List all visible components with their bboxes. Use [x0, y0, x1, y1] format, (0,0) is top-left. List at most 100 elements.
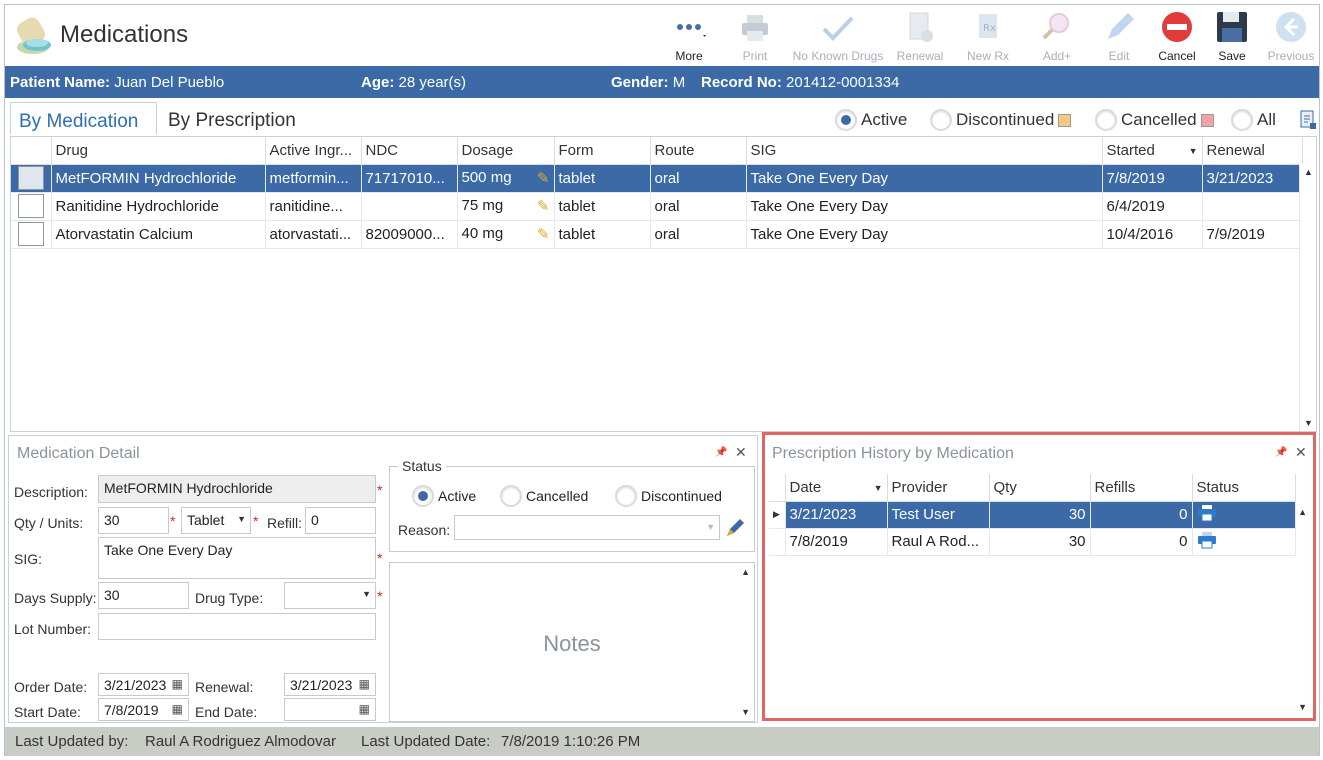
- status-discontinued-radio[interactable]: Discontinued: [615, 485, 722, 509]
- column-header-date[interactable]: Date ▼: [785, 474, 888, 502]
- calendar-icon[interactable]: ▦: [359, 702, 370, 716]
- column-header-qty[interactable]: Qty: [989, 474, 1091, 502]
- order-date-value: 3/21/2023: [104, 677, 167, 693]
- column-header-dosage[interactable]: Dosage: [457, 137, 555, 165]
- column-header-sig[interactable]: SIG: [746, 137, 1103, 165]
- table-row[interactable]: ▶ 3/21/2023 Test User 30 0: [769, 501, 1296, 529]
- new-rx-button[interactable]: Rx New Rx: [963, 9, 1013, 65]
- column-header-drug[interactable]: Drug: [51, 137, 266, 165]
- pin-icon[interactable]: 📌: [1275, 447, 1287, 458]
- tab-by-medication[interactable]: By Medication: [10, 102, 157, 135]
- pencil-icon: [1108, 13, 1134, 39]
- renewal-date-picker[interactable]: 3/21/2023 ▦: [284, 673, 376, 696]
- cell-renewal: 3/21/2023: [1202, 164, 1303, 193]
- calendar-icon[interactable]: ▦: [359, 677, 370, 691]
- order-date-picker[interactable]: 3/21/2023 ▦: [98, 673, 189, 696]
- edit-reason-pencil-icon[interactable]: [724, 517, 746, 539]
- row-checkbox[interactable]: [17, 222, 44, 246]
- scroll-down-icon[interactable]: ▼: [741, 707, 750, 717]
- close-icon[interactable]: ✕: [735, 444, 747, 461]
- column-header-started[interactable]: Started ▼: [1102, 137, 1203, 165]
- grid-vertical-scrollbar[interactable]: ▲ ▼: [1299, 164, 1316, 431]
- table-row[interactable]: Atorvastatin Calcium atorvastati... 8200…: [11, 220, 1303, 249]
- notes-area[interactable]: Notes ▲ ▼: [389, 562, 755, 722]
- scroll-down-icon[interactable]: ▼: [1298, 702, 1307, 712]
- table-row[interactable]: MetFORMIN Hydrochloride metformin... 717…: [11, 164, 1303, 193]
- printer-icon[interactable]: [1197, 531, 1217, 549]
- close-icon[interactable]: ✕: [1295, 444, 1307, 461]
- more-label: More: [675, 49, 703, 63]
- cell-drug: Atorvastatin Calcium: [51, 220, 266, 249]
- scroll-down-icon[interactable]: ▼: [1304, 418, 1313, 428]
- column-header-ndc[interactable]: NDC: [361, 137, 458, 165]
- column-header-renewal[interactable]: Renewal: [1202, 137, 1303, 165]
- row-selector[interactable]: [11, 220, 52, 249]
- row-checkbox[interactable]: [17, 194, 44, 218]
- printer-icon[interactable]: [1197, 504, 1217, 522]
- drug-type-select[interactable]: ▼: [284, 582, 376, 609]
- cell-dosage: 40 mg ✎: [457, 220, 555, 249]
- status-cancelled-radio[interactable]: Cancelled: [500, 485, 588, 509]
- start-date-label: Start Date:: [14, 704, 81, 720]
- filter-cancelled-radio[interactable]: Cancelled: [1095, 109, 1214, 133]
- edit-button[interactable]: Edit: [1100, 9, 1138, 65]
- cell-qty: 30: [989, 501, 1091, 529]
- prescription-history-panel: Prescription History by Medication 📌 ✕ D…: [762, 432, 1316, 721]
- units-value: Tablet: [187, 512, 225, 528]
- reason-select[interactable]: ▼: [454, 515, 720, 540]
- lot-number-input[interactable]: [98, 613, 376, 640]
- renewal-button[interactable]: Renewal: [895, 9, 945, 65]
- export-document-icon[interactable]: [1299, 110, 1317, 130]
- pencil-icon[interactable]: ✎: [537, 197, 550, 215]
- cell-form: tablet: [554, 220, 651, 249]
- current-row-arrow-icon: ▶: [769, 501, 786, 529]
- units-select[interactable]: Tablet ▼: [181, 507, 251, 534]
- qty-input[interactable]: 30: [98, 507, 169, 534]
- column-header-active-ingredient[interactable]: Active Ingr...: [265, 137, 362, 165]
- pencil-icon[interactable]: ✎: [537, 169, 550, 187]
- column-header-provider[interactable]: Provider: [887, 474, 990, 502]
- filter-active-radio[interactable]: Active: [835, 109, 907, 133]
- pencil-icon[interactable]: ✎: [537, 225, 550, 243]
- scroll-up-icon[interactable]: ▲: [1304, 167, 1313, 177]
- end-date-picker[interactable]: ▦: [284, 698, 376, 721]
- row-checkbox[interactable]: [17, 166, 44, 190]
- column-header-refills[interactable]: Refills: [1090, 474, 1193, 502]
- table-row[interactable]: Ranitidine Hydrochloride ranitidine... 7…: [11, 192, 1303, 221]
- row-selector[interactable]: [11, 164, 52, 193]
- cell-refills: 0: [1090, 528, 1193, 556]
- scroll-up-icon[interactable]: ▲: [741, 567, 750, 577]
- filter-discontinued-radio[interactable]: Discontinued: [930, 109, 1072, 133]
- column-header-status[interactable]: Status: [1192, 474, 1296, 502]
- medication-detail-panel: Medication Detail 📌 ✕ Description: MetFO…: [8, 435, 758, 723]
- table-row[interactable]: 7/8/2019 Raul A Rod... 30 0: [769, 528, 1296, 556]
- tab-by-prescription[interactable]: By Prescription: [160, 102, 320, 135]
- calendar-icon[interactable]: ▦: [172, 702, 183, 716]
- pin-icon[interactable]: 📌: [715, 447, 727, 458]
- sig-textarea[interactable]: Take One Every Day: [98, 537, 376, 579]
- more-button[interactable]: More: [667, 9, 711, 65]
- cell-drug: Ranitidine Hydrochloride: [51, 192, 266, 221]
- patient-name-value: Juan Del Pueblo: [114, 74, 225, 91]
- description-field[interactable]: MetFORMIN Hydrochloride: [98, 475, 376, 503]
- days-supply-input[interactable]: 30: [98, 582, 189, 609]
- add-button[interactable]: Add+: [1035, 9, 1079, 65]
- date-header-label: Date: [789, 478, 822, 496]
- calendar-icon[interactable]: ▦: [172, 677, 183, 691]
- start-date-picker[interactable]: 7/8/2019 ▦: [98, 698, 189, 721]
- no-known-drugs-button[interactable]: No Known Drugs: [790, 9, 886, 65]
- patient-gender-value: M: [672, 74, 686, 91]
- previous-button[interactable]: Previous: [1266, 9, 1316, 65]
- refill-input[interactable]: 0: [305, 507, 376, 534]
- print-button[interactable]: Print: [735, 9, 775, 65]
- status-active-radio[interactable]: Active: [412, 485, 476, 509]
- patient-age-label: Age:: [361, 74, 395, 91]
- filter-all-radio[interactable]: All: [1231, 109, 1276, 133]
- column-header-route[interactable]: Route: [650, 137, 747, 165]
- column-header-form[interactable]: Form: [554, 137, 651, 165]
- scroll-up-icon[interactable]: ▲: [1298, 507, 1307, 517]
- cancel-button[interactable]: Cancel: [1155, 9, 1199, 65]
- dosage-value: 75 mg: [461, 197, 504, 214]
- save-button[interactable]: Save: [1212, 9, 1252, 65]
- row-selector[interactable]: [11, 192, 52, 221]
